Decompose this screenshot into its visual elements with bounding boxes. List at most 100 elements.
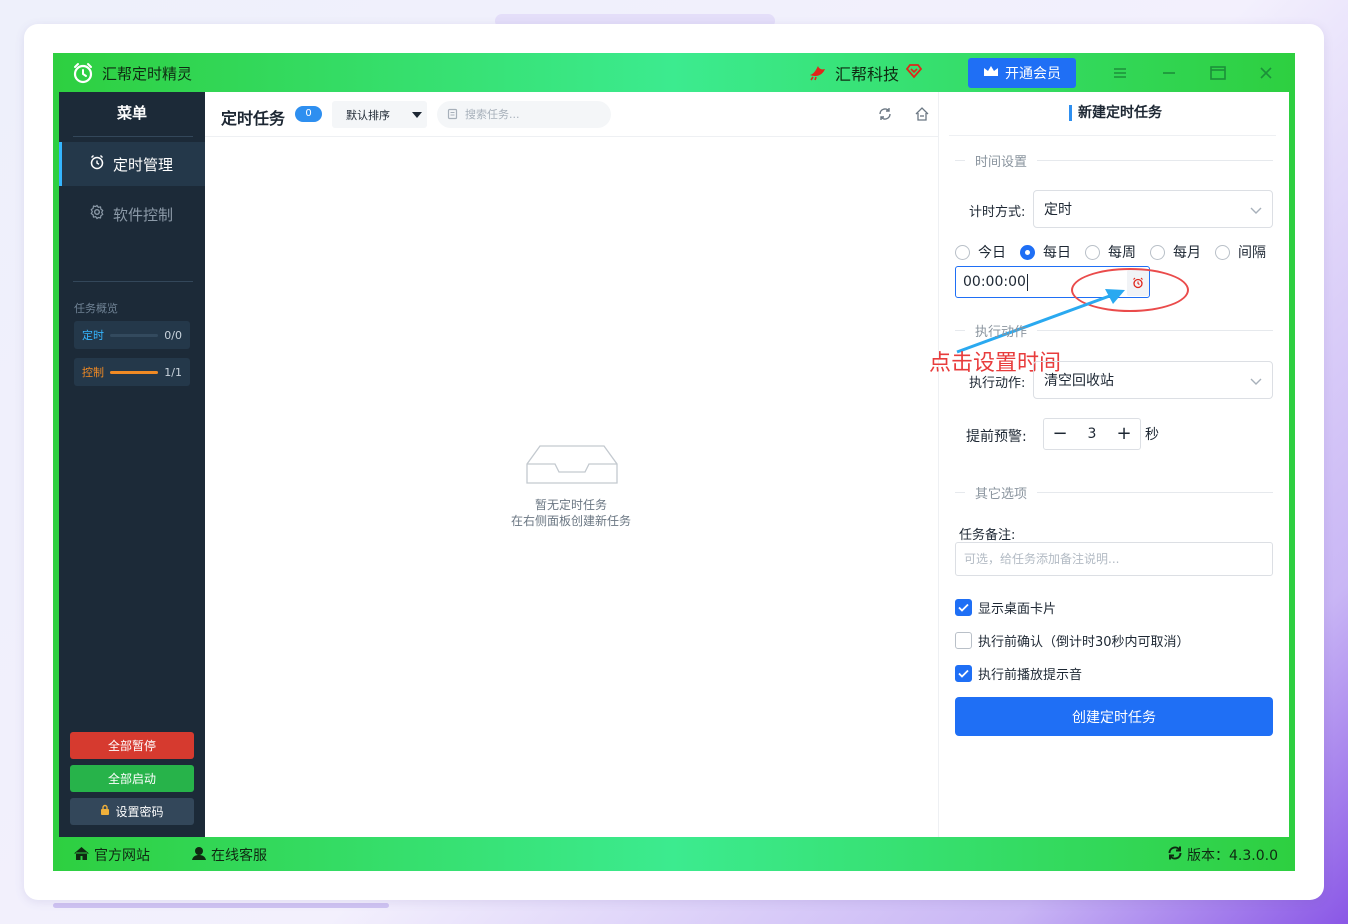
checkbox-label: 执行前播放提示音 — [978, 668, 1083, 683]
alarm-clock-logo-icon — [71, 61, 95, 85]
panel-title: 新建定时任务 — [1069, 105, 1162, 121]
note-input[interactable] — [955, 542, 1273, 576]
version-info[interactable]: 版本：4.3.0.0 — [1167, 845, 1278, 865]
checkbox[interactable] — [955, 665, 972, 682]
section-action: 执行动作 — [955, 321, 1273, 340]
warning-label: 提前预警: — [966, 429, 1027, 445]
vip-button[interactable]: 开通会员 — [968, 58, 1076, 88]
overview-timer-count: 0/0 — [164, 328, 182, 342]
radio-daily[interactable] — [1020, 244, 1035, 260]
chevron-down-icon — [1250, 374, 1262, 390]
pause-all-button[interactable]: 全部暂停 — [70, 732, 194, 759]
alarm-clock-icon — [89, 154, 105, 174]
overview-timer: 定时 0/0 — [74, 321, 190, 349]
brand-logo-icon — [807, 60, 829, 86]
start-all-button[interactable]: 全部启动 — [70, 765, 194, 792]
radio-label: 间隔 — [1238, 245, 1266, 261]
official-website-link[interactable]: 官方网站 — [73, 845, 150, 865]
search-icon — [447, 105, 459, 124]
gear-icon — [89, 204, 105, 224]
section-title: 时间设置 — [975, 155, 1028, 170]
radio-weekly[interactable] — [1085, 244, 1100, 260]
empty-state-line: 暂无定时任务 — [534, 498, 607, 512]
timing-mode-select[interactable]: 定时 — [1033, 190, 1273, 228]
vip-button-label: 开通会员 — [1005, 66, 1061, 82]
sidebar-title: 菜单 — [116, 104, 147, 122]
increment-button[interactable]: + — [1116, 425, 1132, 443]
create-task-button[interactable]: 创建定时任务 — [955, 697, 1273, 736]
checkbox-label: 执行前确认（倒计时30秒内可取消） — [978, 635, 1190, 650]
crown-icon — [983, 64, 999, 82]
section-title: 其它选项 — [975, 487, 1028, 502]
checkbox-confirm-before-run[interactable]: 执行前确认（倒计时30秒内可取消） — [955, 631, 1190, 650]
maximize-icon[interactable] — [1206, 61, 1230, 85]
warning-unit: 秒 — [1145, 427, 1159, 443]
brand-name: 汇帮科技 — [835, 65, 900, 84]
action-value: 清空回收站 — [1044, 373, 1114, 389]
brand: 汇帮科技 — [807, 61, 923, 85]
radio-monthly[interactable] — [1150, 244, 1165, 260]
overview-control-progress — [110, 370, 159, 374]
radio-label: 每日 — [1043, 245, 1071, 261]
online-support-label: 在线客服 — [211, 848, 267, 864]
radio-label: 每周 — [1108, 245, 1136, 261]
empty-state-line: 在右侧面板创建新任务 — [510, 514, 631, 528]
checkbox-play-sound[interactable]: 执行前播放提示音 — [955, 664, 1082, 683]
menu-icon[interactable] — [1108, 61, 1132, 85]
sort-select-value: 默认排序 — [346, 108, 390, 122]
sidebar-item-timer-management[interactable]: 定时管理 — [59, 142, 205, 186]
clean-icon[interactable] — [913, 105, 931, 123]
decrement-button[interactable]: − — [1052, 425, 1068, 443]
search-box[interactable] — [437, 101, 611, 128]
timing-mode-value: 定时 — [1044, 202, 1072, 218]
action-select[interactable]: 清空回收站 — [1033, 361, 1273, 399]
home-icon — [73, 846, 90, 865]
divider — [73, 136, 193, 137]
task-count-badge: 0 — [295, 106, 322, 122]
radio-interval[interactable] — [1215, 244, 1230, 260]
divider — [73, 281, 193, 282]
overview-timer-label: 定时 — [82, 329, 104, 342]
app-title: 汇帮定时精灵 — [102, 65, 193, 83]
new-task-panel: 新建定时任务 时间设置 计时方式: 定时 今日 每日 每周 每月 间隔 00:0… — [929, 92, 1289, 837]
task-list-header: 定时任务 0 默认排序 — [205, 92, 966, 137]
radio-today[interactable] — [955, 244, 970, 260]
sidebar-item-label: 定时管理 — [113, 155, 174, 174]
overview-control: 控制 1/1 — [74, 358, 190, 386]
sidebar-item-software-control[interactable]: 软件控制 — [59, 192, 205, 236]
sidebar: 菜单 定时管理 软件控制 任务概览 定时 0/0 控制 1/1 全部暂停 全部启… — [59, 92, 205, 837]
app-window: 汇帮定时精灵 汇帮科技 开通会员 菜单 定时管理 软件控制 任务概览 定时 0/… — [53, 53, 1295, 871]
status-bar: 官方网站 在线客服 版本：4.3.0.0 — [53, 837, 1295, 871]
online-support-link[interactable]: 在线客服 — [191, 845, 267, 865]
section-other-options: 其它选项 — [955, 483, 1273, 502]
task-list-area: 定时任务 0 默认排序 搜索任务... 暂无定时任务 在右侧面板创建新任务 — [205, 92, 966, 837]
overview-label: 任务概览 — [74, 302, 118, 315]
sidebar-item-label: 软件控制 — [113, 205, 174, 224]
sort-select[interactable]: 默认排序 — [332, 101, 427, 128]
action-label: 执行动作: — [969, 376, 1026, 391]
version-label: 版本：4.3.0.0 — [1187, 848, 1278, 864]
section-time-settings: 时间设置 — [955, 151, 1273, 170]
search-input[interactable] — [465, 108, 605, 121]
timing-mode-label: 计时方式: — [969, 205, 1026, 220]
close-icon[interactable] — [1254, 61, 1278, 85]
empty-state-text: 暂无定时任务 在右侧面板创建新任务 — [471, 497, 671, 529]
overview-control-label: 控制 — [82, 366, 104, 379]
minimize-icon[interactable] — [1157, 61, 1181, 85]
checkbox-show-desktop-card[interactable]: 显示桌面卡片 — [955, 598, 1056, 617]
divider — [949, 135, 1276, 136]
set-password-label: 设置密码 — [115, 805, 164, 819]
set-password-button[interactable]: 设置密码 — [70, 798, 194, 825]
heart-diamond-icon — [905, 62, 923, 84]
section-title: 执行动作 — [975, 325, 1028, 340]
title-bar: 汇帮定时精灵 汇帮科技 开通会员 — [53, 53, 1295, 92]
background-decoration — [53, 903, 389, 908]
page-title: 定时任务 — [221, 109, 286, 128]
radio-label: 每月 — [1173, 245, 1201, 261]
support-agent-icon — [191, 845, 207, 865]
checkbox[interactable] — [955, 599, 972, 616]
refresh-icon[interactable] — [876, 105, 894, 123]
empty-inbox-icon — [524, 444, 620, 486]
checkbox[interactable] — [955, 632, 972, 649]
warning-value: 3 — [1087, 426, 1097, 442]
